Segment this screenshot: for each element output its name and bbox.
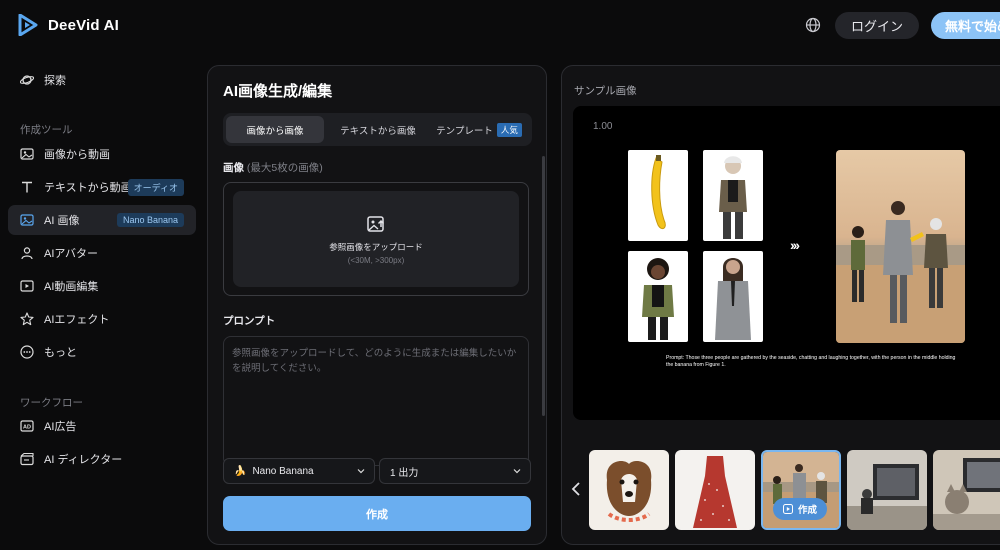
studio-image xyxy=(847,450,927,530)
sample-thumb-dress[interactable] xyxy=(675,450,755,530)
reference-image-banana xyxy=(628,150,688,241)
sidebar-item-ai-avatar[interactable]: AIアバター xyxy=(8,238,196,268)
banana-image xyxy=(651,155,666,230)
model-select[interactable]: 🍌 Nano Banana xyxy=(223,458,375,484)
sidebar-item-ai-ad[interactable]: AD AI広告 xyxy=(8,411,196,441)
sample-preview: 1.00 ››› Prompt: Those three people are … xyxy=(573,106,1000,420)
text-icon xyxy=(22,181,32,193)
model-select-value: Nano Banana xyxy=(252,465,314,477)
dog-image xyxy=(589,450,669,530)
nano-banana-badge: Nano Banana xyxy=(116,213,184,227)
prompt-label: プロンプト xyxy=(223,315,276,327)
start-free-button[interactable]: 無料で始め xyxy=(931,12,1000,39)
svg-text:AD: AD xyxy=(23,425,31,431)
sample-thumb-dog[interactable] xyxy=(589,450,669,530)
reference-image-child xyxy=(628,251,688,342)
sidebar-item-explore[interactable]: 探索 xyxy=(8,65,196,95)
brand-name: DeeVid AI xyxy=(48,16,119,34)
chevron-down-icon xyxy=(513,469,521,474)
generate-chip-button[interactable]: 作成 xyxy=(773,498,828,520)
man-image xyxy=(715,258,751,340)
tab-label: テンプレート xyxy=(436,125,493,137)
ai-image-icon xyxy=(20,214,34,226)
output-count-select[interactable]: 1 出力 xyxy=(379,458,531,484)
sample-thumb-beach[interactable]: 作成 xyxy=(761,450,841,530)
output-select-value: 1 出力 xyxy=(390,467,419,479)
more-icon xyxy=(20,345,34,359)
sidebar-item-image-to-video[interactable]: 画像から動画 xyxy=(8,139,196,169)
sidebar-item-label: AI 画像 xyxy=(44,215,80,227)
sidebar-item-label: 画像から動画 xyxy=(44,149,110,161)
upload-hint: (<30M, >300px) xyxy=(347,255,405,265)
sidebar-item-more[interactable]: もっと xyxy=(8,337,196,367)
mode-tabs: 画像から画像 テキストから画像 テンプレート 人気 xyxy=(223,113,532,146)
beach-scene-image xyxy=(836,150,965,343)
image-upload-icon xyxy=(367,215,385,232)
sidebar-item-label: もっと xyxy=(44,347,77,359)
create-button[interactable]: 作成 xyxy=(223,496,531,531)
globe-icon[interactable] xyxy=(805,17,821,33)
planet-icon xyxy=(20,75,34,85)
tab-image-to-image[interactable]: 画像から画像 xyxy=(226,116,324,143)
sidebar-item-text-to-video[interactable]: テキストから動画 オーディオ xyxy=(8,172,196,202)
arrows-icon: ››› xyxy=(790,237,800,253)
image-editor-panel: AI画像生成/編集 画像から画像 テキストから画像 テンプレート 人気 画像 (… xyxy=(207,65,547,545)
panel-scrollbar[interactable] xyxy=(542,156,545,416)
audio-badge: オーディオ xyxy=(127,178,184,196)
play-icon xyxy=(783,504,793,514)
brand-logo[interactable]: DeeVid AI xyxy=(18,14,119,36)
woman-image xyxy=(719,156,747,239)
director-icon xyxy=(20,452,34,466)
login-button[interactable]: ログイン xyxy=(835,12,919,39)
sidebar-item-label: AIエフェクト xyxy=(44,314,110,326)
sidebar-item-ai-effect[interactable]: AIエフェクト xyxy=(8,304,196,334)
chevron-left-icon[interactable] xyxy=(570,481,582,497)
sample-thumb-cat[interactable] xyxy=(933,450,1000,530)
sidebar-item-ai-image[interactable]: AI 画像 Nano Banana xyxy=(8,205,196,235)
logo-icon xyxy=(18,14,38,36)
sample-panel: サンプル画像 1.00 ››› Prompt: Those three peop… xyxy=(561,65,1000,545)
generate-chip-label: 作成 xyxy=(798,505,818,516)
chevron-down-icon xyxy=(357,469,365,474)
banana-emoji-icon: 🍌 xyxy=(234,465,247,477)
tab-template[interactable]: テンプレート 人気 xyxy=(429,116,529,143)
sidebar-item-ai-director[interactable]: AI ディレクター xyxy=(8,444,196,474)
sample-title: サンプル画像 xyxy=(574,85,637,97)
sidebar-item-label: AIアバター xyxy=(44,248,98,260)
star-icon xyxy=(20,312,34,326)
image-label: 画像 (最大5枚の画像) xyxy=(223,160,323,175)
sidebar-item-label: AI広告 xyxy=(44,421,77,433)
sidebar-item-label: AI動画編集 xyxy=(44,281,99,293)
upload-area: 参照画像をアップロード (<30M, >300px) xyxy=(223,182,529,296)
reference-image-man xyxy=(703,251,763,342)
version-label: 1.00 xyxy=(593,121,613,132)
tools-heading: 作成ツール xyxy=(20,124,73,136)
prompt-textarea[interactable]: 参照画像をアップロードして、どのように生成または編集したいかを説明してください。 xyxy=(223,336,529,466)
result-image xyxy=(836,150,965,343)
dress-image xyxy=(675,450,755,530)
upload-text: 参照画像をアップロード xyxy=(329,241,423,252)
child-image xyxy=(642,258,674,340)
sidebar-item-label: AI ディレクター xyxy=(44,454,123,466)
sample-prompt-caption: Prompt: Those three people are gathered … xyxy=(666,355,956,368)
image-icon xyxy=(20,148,34,160)
page-title: AI画像生成/編集 xyxy=(223,83,333,100)
ad-icon: AD xyxy=(20,420,34,432)
popular-badge: 人気 xyxy=(496,122,522,137)
sidebar-item-ai-video-edit[interactable]: AI動画編集 xyxy=(8,271,196,301)
image-label-text: 画像 xyxy=(223,162,244,174)
app-root: DeeVid AI ログイン 無料で始め 探索 作成ツール 画像から動画 テキス… xyxy=(0,0,1000,550)
sidebar-item-label: テキストから動画 xyxy=(44,182,132,194)
tab-text-to-image[interactable]: テキストから画像 xyxy=(329,116,427,143)
sample-thumb-studio[interactable] xyxy=(847,450,927,530)
person-icon xyxy=(21,247,33,260)
reference-image-woman xyxy=(703,150,763,241)
workflow-heading: ワークフロー xyxy=(20,397,83,409)
sidebar-item-label: 探索 xyxy=(44,75,66,87)
cat-image xyxy=(933,450,1000,530)
video-edit-icon xyxy=(20,280,34,292)
upload-dropzone[interactable]: 参照画像をアップロード (<30M, >300px) xyxy=(233,191,519,287)
image-sublabel: (最大5枚の画像) xyxy=(246,162,323,174)
